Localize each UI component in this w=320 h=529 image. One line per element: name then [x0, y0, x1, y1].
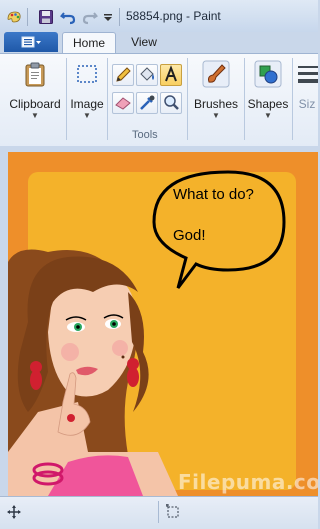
- group-separator: [187, 58, 188, 140]
- tab-view[interactable]: View: [120, 32, 168, 54]
- status-separator: [158, 501, 159, 523]
- menu-icon: [21, 36, 41, 48]
- group-separator: [66, 58, 67, 140]
- window-title: 58854.png - Paint: [126, 9, 221, 23]
- chevron-down-icon: ▼: [212, 111, 220, 120]
- eraser-icon: [115, 97, 131, 110]
- paint-menu-button[interactable]: [4, 32, 58, 52]
- color-picker-tool[interactable]: [136, 92, 158, 114]
- ribbon-panel: Clipboard ▼ Image ▼ Tools Brushes ▼ Shap…: [0, 53, 318, 147]
- brushes-button[interactable]: Brushes ▼: [191, 58, 241, 124]
- status-bar: [0, 496, 318, 529]
- bubble-line-1: What to do?: [173, 186, 254, 203]
- fill-bucket-icon: [140, 67, 154, 81]
- text-a-icon: [165, 65, 177, 82]
- image-label: Image: [70, 97, 104, 111]
- cursor-position-icon: [7, 505, 21, 519]
- brush-icon: [202, 60, 230, 88]
- group-separator: [292, 58, 293, 140]
- ribbon-tab-bar: Home View: [0, 32, 318, 55]
- pencil-icon: [116, 67, 131, 82]
- tab-home[interactable]: Home: [62, 32, 116, 55]
- pencil-tool[interactable]: [112, 64, 134, 86]
- shapes-label: Shapes: [247, 97, 289, 111]
- drawing-canvas[interactable]: What to do? God! Filepuma.com: [8, 152, 318, 496]
- clipboard-label: Clipboard: [9, 97, 61, 111]
- select-icon: [77, 65, 97, 83]
- magnifier-icon: [164, 95, 179, 110]
- image-button[interactable]: Image ▼: [69, 58, 105, 124]
- group-separator: [107, 58, 108, 140]
- canvas-image: [8, 152, 318, 496]
- canvas-area[interactable]: What to do? God! Filepuma.com: [0, 146, 318, 496]
- text-tool[interactable]: [160, 64, 182, 86]
- fill-tool[interactable]: [136, 64, 158, 86]
- title-bar: 58854.png - Paint: [0, 0, 318, 32]
- eraser-tool[interactable]: [112, 92, 134, 114]
- customize-dropdown-icon[interactable]: [102, 9, 114, 25]
- line-size-icon: [298, 66, 318, 83]
- bubble-line-2: God!: [173, 227, 206, 244]
- chevron-down-icon: ▼: [31, 111, 39, 120]
- shapes-button[interactable]: Shapes ▼: [247, 58, 289, 124]
- save-icon[interactable]: [38, 9, 54, 25]
- magnifier-tool[interactable]: [160, 92, 182, 114]
- brushes-label: Brushes: [193, 97, 239, 111]
- chevron-down-icon: ▼: [83, 111, 91, 120]
- clipboard-icon: [25, 62, 45, 87]
- redo-icon[interactable]: [82, 9, 98, 25]
- group-separator: [244, 58, 245, 140]
- undo-icon[interactable]: [60, 9, 76, 25]
- clipboard-button[interactable]: Clipboard ▼: [6, 58, 64, 124]
- paint-app-icon[interactable]: [6, 9, 22, 25]
- eyedropper-icon: [140, 95, 155, 110]
- shapes-icon: [254, 60, 282, 88]
- chevron-down-icon: ▼: [264, 111, 272, 120]
- selection-size-icon: [166, 504, 179, 518]
- size-label: Siz: [298, 97, 316, 111]
- watermark: Filepuma.com: [178, 470, 318, 494]
- size-button[interactable]: Siz: [296, 58, 318, 124]
- tools-group-label: Tools: [132, 129, 158, 141]
